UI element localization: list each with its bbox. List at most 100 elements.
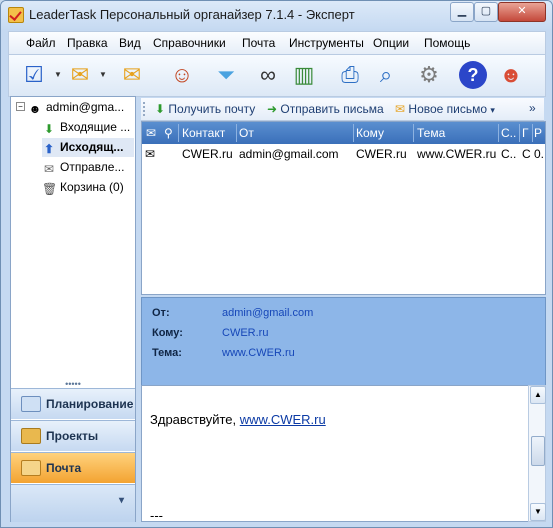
app-window: LeaderTask Персональный органайзер 7.1.4… (0, 0, 553, 528)
receive-mail-button[interactable]: ⬇ Получить почту (155, 102, 255, 116)
tree-inbox[interactable]: ⬇ Входящие ... (42, 118, 134, 137)
nav-overflow-button[interactable]: ▾ (11, 484, 135, 522)
mail-list-header: ✉ ⚲ Контакт От Кому Тема С... Г Р (142, 122, 545, 144)
new-mail-label: Новое письмо (408, 102, 488, 116)
binoculars-icon[interactable]: ∞ (253, 60, 283, 90)
header-envelope-icon: ✉ (146, 126, 157, 140)
outbox-icon: ⬆ (43, 142, 55, 156)
splitter-grip[interactable]: ••••• (11, 380, 135, 389)
mail-row[interactable]: ✉ CWER.ru admin@gmail.com CWER.ru www.CW… (142, 145, 545, 163)
close-button[interactable]: ✕ (498, 2, 546, 22)
briefcase-icon (21, 428, 41, 444)
column-divider[interactable] (498, 124, 499, 142)
new-mail-button[interactable]: ✉ Новое письмо ▾ (395, 102, 495, 116)
column-status[interactable]: С... (501, 126, 517, 140)
tree-trash[interactable]: 🗑 Корзина (0) (42, 178, 134, 197)
tree-sent[interactable]: ✉ Отправле... (42, 158, 134, 177)
tree-outbox[interactable]: ⬆ Исходящ... (42, 138, 134, 157)
envelope-icon (21, 460, 41, 476)
maximize-icon: ▢ (480, 5, 492, 17)
send-mail-button[interactable]: ➜ Отправить письма (267, 102, 384, 116)
tree-trash-label: Корзина (0) (60, 180, 124, 194)
row-contact: CWER.ru (182, 147, 233, 161)
mail-list: ✉ ⚲ Контакт От Кому Тема С... Г Р ✉ CWER… (141, 121, 546, 295)
menu-view[interactable]: Вид (119, 36, 141, 50)
column-contact[interactable]: Контакт (182, 126, 234, 140)
scroll-thumb[interactable] (531, 436, 545, 466)
menu-references[interactable]: Справочники (153, 36, 226, 50)
tree-outbox-label: Исходящ... (60, 140, 124, 154)
account-icon: ☻ (28, 102, 42, 116)
tree-inbox-label: Входящие ... (60, 120, 131, 134)
nav-projects-button[interactable]: Проекты (11, 420, 135, 451)
mail-dropdown-caret[interactable]: ▼ (99, 70, 107, 79)
column-divider[interactable] (532, 124, 533, 142)
menu-edit[interactable]: Правка (67, 36, 108, 50)
task-check-icon[interactable]: ☑ (19, 60, 49, 90)
tree-sent-label: Отправле... (60, 160, 125, 174)
task-dropdown-caret[interactable]: ▼ (54, 70, 62, 79)
folder-tree-panel: − ☻ admin@gma... ⬇ Входящие ... ⬆ Исходящ..… (10, 96, 136, 522)
menu-bar: Файл Правка Вид Справочники Почта Инстру… (8, 31, 546, 55)
message-scrollbar[interactable]: ▲ ▼ (528, 385, 546, 522)
gear-icon[interactable]: ⚙ (414, 60, 444, 90)
nav-mail-label: Почта (46, 461, 82, 475)
scroll-down-icon[interactable]: ▼ (530, 503, 546, 521)
column-divider[interactable] (413, 124, 414, 142)
column-divider[interactable] (178, 124, 179, 142)
column-divider[interactable] (519, 124, 520, 142)
mail-icon[interactable]: ✉ (65, 60, 95, 90)
nav-projects-label: Проекты (46, 429, 99, 443)
nav-planning-button[interactable]: Планирование (11, 388, 135, 419)
nav-planning-label: Планирование (46, 397, 134, 411)
filter-funnel-icon[interactable]: ⏷ (211, 60, 241, 90)
tree-collapse-icon[interactable]: − (16, 102, 25, 111)
menu-help[interactable]: Помощь (424, 36, 470, 50)
mail-add-icon[interactable]: ✉ (117, 60, 147, 90)
tree-account-label: admin@gma... (46, 100, 125, 114)
body-link[interactable]: www.CWER.ru (240, 412, 326, 427)
minimize-icon: ▁ (457, 5, 467, 17)
scroll-up-icon[interactable]: ▲ (530, 386, 546, 404)
nav-overflow-caret: ▾ (119, 495, 125, 506)
row-subject: www.CWER.ru (417, 147, 497, 161)
column-to[interactable]: Кому (356, 126, 410, 140)
chart-icon[interactable]: ▥ (289, 60, 319, 90)
from-label: От: (152, 307, 170, 319)
column-divider[interactable] (236, 124, 237, 142)
subject-value[interactable]: www.CWER.ru (222, 347, 295, 359)
body-signature: --- (150, 508, 163, 523)
new-mail-dropdown-caret[interactable]: ▾ (490, 105, 495, 115)
row-status: С... (501, 147, 517, 161)
menu-options[interactable]: Опции (373, 36, 409, 50)
app-icon (8, 7, 24, 23)
row-g: С... (522, 147, 531, 161)
menu-file[interactable]: Файл (26, 36, 56, 50)
window-title: LeaderTask Персональный органайзер 7.1.4… (29, 7, 355, 22)
message-body[interactable]: Здравствуйте, www.CWER.ru --- (141, 385, 530, 523)
contacts-icon[interactable]: ☺ (167, 60, 197, 90)
menu-tools[interactable]: Инструменты (289, 36, 364, 50)
maximize-button[interactable]: ▢ (474, 2, 498, 22)
body-greeting: Здравствуйте, www.CWER.ru (150, 412, 326, 427)
preview-magnifier-icon[interactable]: ⌕ (371, 60, 401, 90)
nav-mail-button[interactable]: Почта (11, 452, 135, 483)
toolbar-overflow-icon[interactable]: » (529, 101, 536, 115)
tree-account[interactable]: ☻ admin@gma... (28, 98, 134, 117)
people-group-icon[interactable]: ☻ (496, 60, 526, 90)
from-value[interactable]: admin@gmail.com (222, 307, 313, 319)
to-value[interactable]: CWER.ru (222, 327, 268, 339)
subject-label: Тема: (152, 347, 182, 359)
menu-mail[interactable]: Почта (242, 36, 275, 50)
printer-icon[interactable]: ⎙ (335, 60, 365, 90)
help-question-icon[interactable]: ? (458, 60, 488, 90)
column-g[interactable]: Г (522, 126, 531, 140)
minimize-button[interactable]: ▁ (450, 2, 474, 22)
column-from[interactable]: От (239, 126, 349, 140)
column-subject[interactable]: Тема (417, 126, 497, 140)
main-toolbar: ☑ ▼ ✉ ▼ ✉ ☺ ⏷ ∞ ▥ ⎙ ⌕ ⚙ ? ☻ (8, 54, 546, 97)
close-icon: ✕ (517, 5, 527, 17)
send-mail-icon: ➜ (267, 102, 278, 116)
column-divider[interactable] (353, 124, 354, 142)
column-r[interactable]: Р (534, 126, 544, 140)
